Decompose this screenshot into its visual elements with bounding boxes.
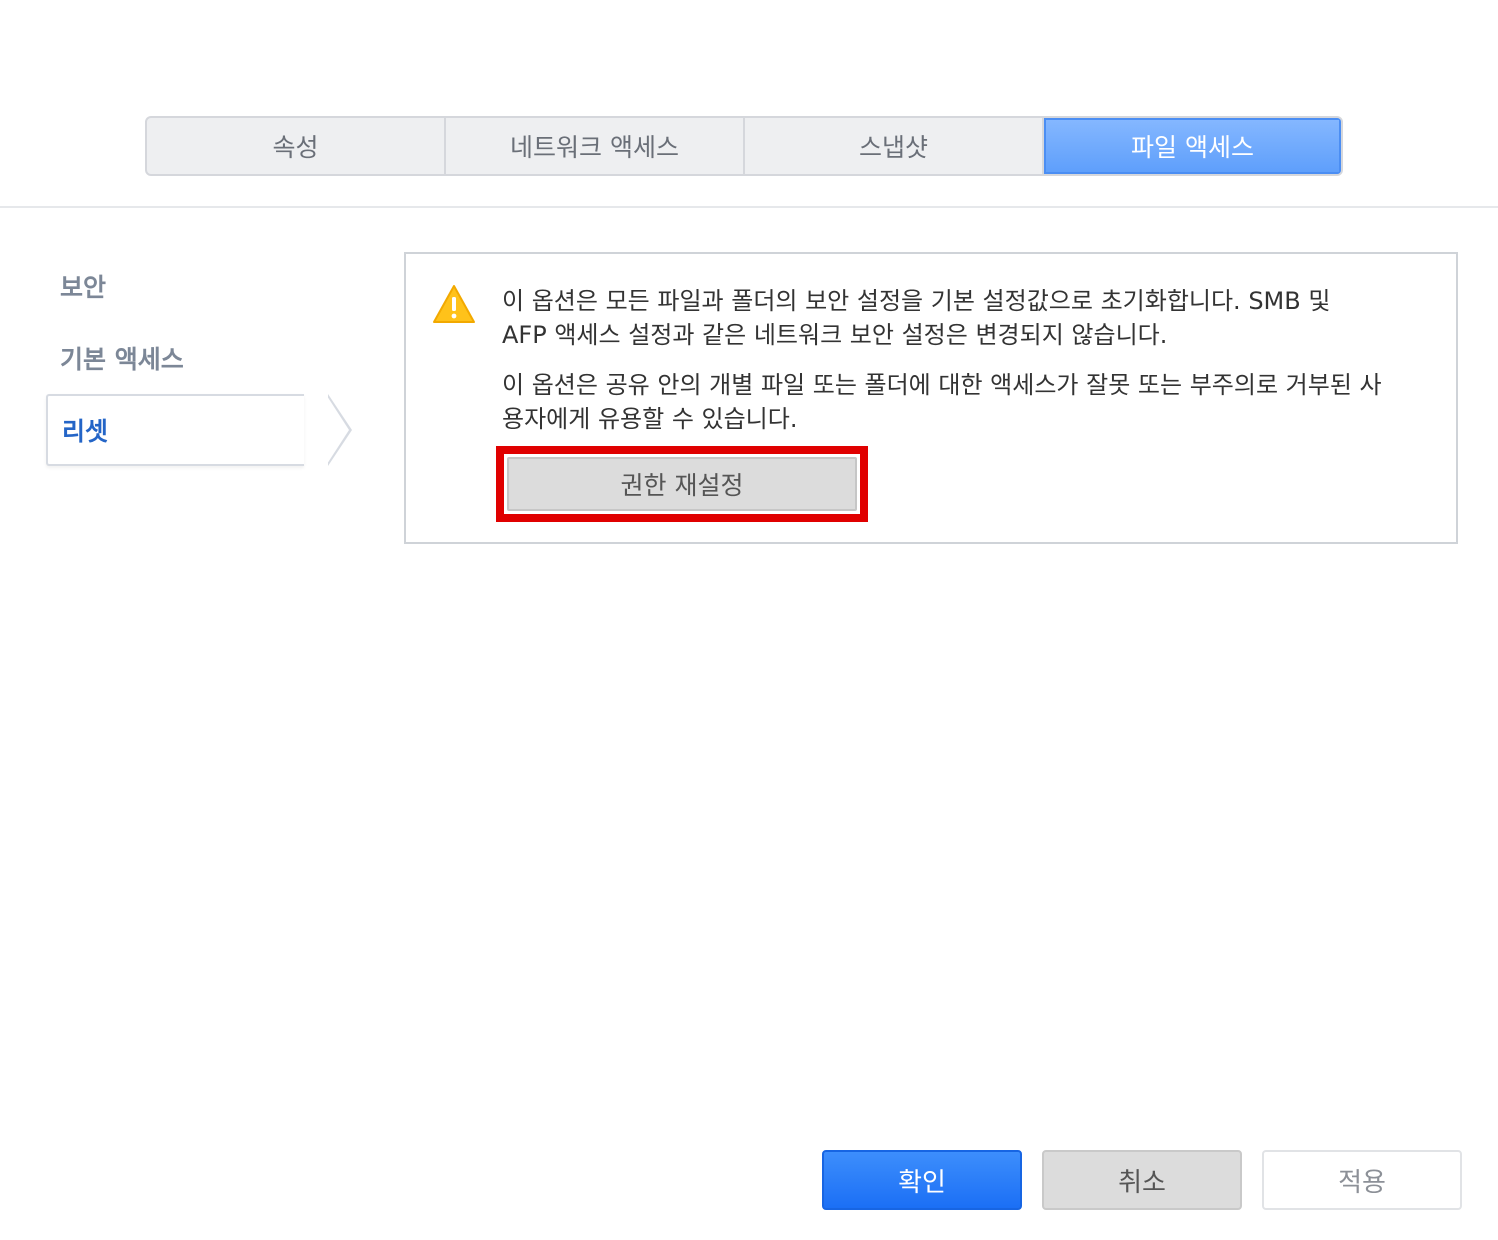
apply-button[interactable]: 적용 bbox=[1262, 1150, 1462, 1210]
tab-file-access[interactable]: 파일 액세스 bbox=[1044, 118, 1341, 174]
tab-properties[interactable]: 속성 bbox=[147, 118, 446, 174]
reset-info-panel: 이 옵션은 모든 파일과 폴더의 보안 설정을 기본 설정값으로 초기화합니다.… bbox=[404, 252, 1458, 544]
highlight-box: 권한 재설정 bbox=[496, 446, 868, 522]
tab-bar: 속성 네트워크 액세스 스냅샷 파일 액세스 bbox=[145, 116, 1343, 176]
reset-permissions-button[interactable]: 권한 재설정 bbox=[507, 457, 857, 511]
sidebar-item-reset[interactable]: 리셋 bbox=[46, 394, 352, 466]
sidebar: 보안 기본 액세스 리셋 bbox=[46, 250, 352, 466]
settings-dialog: 속성 네트워크 액세스 스냅샷 파일 액세스 보안 기본 액세스 리셋 이 옵션… bbox=[0, 0, 1498, 1240]
sidebar-item-label: 보안 bbox=[60, 273, 107, 302]
warning-triangle-icon bbox=[433, 285, 475, 323]
reset-description: 이 옵션은 모든 파일과 폴더의 보안 설정을 기본 설정값으로 초기화합니다.… bbox=[502, 287, 1331, 349]
tab-network-access[interactable]: 네트워크 액세스 bbox=[446, 118, 745, 174]
sidebar-item-label: 기본 액세스 bbox=[60, 345, 184, 374]
sidebar-item-security[interactable]: 보안 bbox=[46, 250, 326, 322]
cancel-button[interactable]: 취소 bbox=[1042, 1150, 1242, 1210]
divider bbox=[0, 206, 1498, 208]
sidebar-item-basic-access[interactable]: 기본 액세스 bbox=[46, 322, 326, 394]
sidebar-item-label: 리셋 bbox=[62, 417, 109, 446]
ok-button[interactable]: 확인 bbox=[822, 1150, 1022, 1210]
tab-snapshot[interactable]: 스냅샷 bbox=[745, 118, 1044, 174]
reset-usage-note: 이 옵션은 공유 안의 개별 파일 또는 폴더에 대한 액세스가 잘못 또는 부… bbox=[502, 371, 1382, 433]
